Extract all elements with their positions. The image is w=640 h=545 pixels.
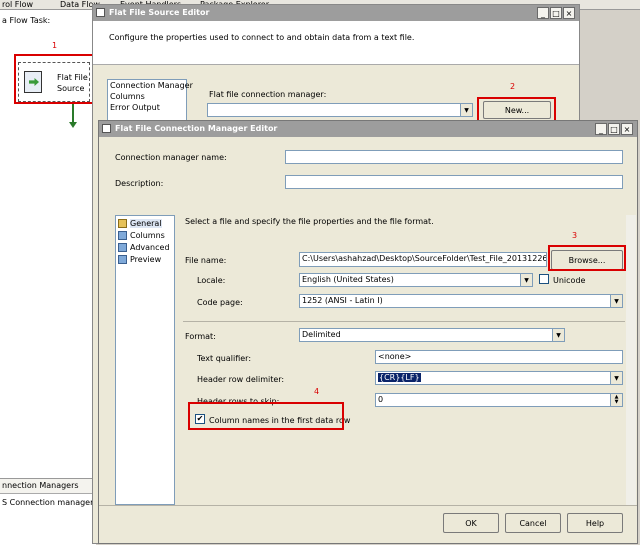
- text-qualifier-input[interactable]: <none>: [375, 350, 623, 364]
- conn-editor-title: Flat File Connection Manager Editor: [115, 124, 278, 133]
- format-label: Format:: [185, 332, 216, 341]
- file-name-input[interactable]: C:\Users\ashahzad\Desktop\SourceFolder\T…: [299, 252, 547, 267]
- nav-advanced[interactable]: Advanced: [117, 242, 173, 254]
- header-row-delimiter-label: Header row delimiter:: [197, 375, 285, 384]
- nav-connection-manager[interactable]: Connection Manager: [108, 80, 193, 91]
- conn-editor-vertical-scrollbar[interactable]: [626, 215, 636, 505]
- description-label: Description:: [115, 179, 164, 188]
- instruction-text: Select a file and specify the file prope…: [185, 217, 434, 226]
- footer-separator: [99, 505, 637, 506]
- connection-managers-tab[interactable]: nnection Managers: [2, 481, 79, 490]
- locale-dropdown[interactable]: English (United States) ▼: [299, 273, 533, 287]
- chevron-down-icon: ▼: [552, 329, 564, 341]
- format-dropdown[interactable]: Delimited ▼: [299, 328, 565, 342]
- close-icon[interactable]: ×: [621, 123, 633, 135]
- description-input[interactable]: [285, 175, 623, 189]
- conn-editor-app-icon: [102, 124, 111, 133]
- general-icon: [118, 219, 127, 228]
- unicode-label: Unicode: [553, 276, 586, 285]
- connection-manager-name-label: Connection manager name:: [115, 153, 227, 162]
- flat-file-connection-manager-label: Flat file connection manager:: [209, 90, 327, 99]
- source-editor-header-area: Configure the properties used to connect…: [93, 21, 579, 65]
- conn-editor-titlebar: Flat File Connection Manager Editor _ □ …: [99, 121, 637, 137]
- annotation-number-3: 3: [572, 231, 578, 240]
- chevron-down-icon: ▼: [460, 104, 472, 116]
- header-row-delimiter-dropdown[interactable]: {CR}{LF} ▼: [375, 371, 623, 385]
- data-path-arrow[interactable]: [72, 102, 74, 124]
- source-editor-title: Flat File Source Editor: [109, 8, 210, 17]
- nav-columns[interactable]: Columns: [108, 91, 186, 102]
- code-page-label: Code page:: [197, 298, 243, 307]
- source-editor-description: Configure the properties used to connect…: [109, 33, 415, 42]
- help-button[interactable]: Help: [567, 513, 623, 533]
- connection-manager-dropdown[interactable]: ▼: [207, 103, 473, 117]
- source-editor-app-icon: [96, 8, 105, 17]
- header-rows-to-skip-stepper[interactable]: 0 ▲ ▼: [375, 393, 623, 407]
- spin-icon[interactable]: ▲ ▼: [610, 394, 622, 406]
- chevron-down-icon: ▼: [610, 372, 622, 384]
- maximize-icon[interactable]: □: [608, 123, 620, 135]
- source-editor-titlebar: Flat File Source Editor _ □ ×: [93, 5, 579, 21]
- nav-columns[interactable]: Columns: [117, 230, 173, 242]
- nav-error-output[interactable]: Error Output: [108, 102, 186, 113]
- advanced-icon: [118, 243, 127, 252]
- data-path-arrowhead: [69, 122, 77, 128]
- unicode-checkbox[interactable]: [539, 274, 549, 284]
- annotation-box-4: [188, 402, 344, 430]
- format-separator: [183, 321, 625, 322]
- nav-general[interactable]: General: [117, 218, 173, 230]
- locale-label: Locale:: [197, 276, 226, 285]
- data-flow-task-label: a Flow Task:: [2, 16, 51, 25]
- connection-manager-editor-window: Flat File Connection Manager Editor _ □ …: [98, 120, 638, 544]
- annotation-number-2: 2: [510, 82, 516, 91]
- connection-manager-name-input[interactable]: [285, 150, 623, 164]
- chevron-down-icon: ▼: [520, 274, 532, 286]
- file-name-label: File name:: [185, 256, 227, 265]
- nav-preview[interactable]: Preview: [117, 254, 173, 266]
- cancel-button[interactable]: Cancel: [505, 513, 561, 533]
- chevron-down-icon: ▼: [610, 295, 622, 307]
- minimize-icon[interactable]: _: [537, 7, 549, 19]
- close-icon[interactable]: ×: [563, 7, 575, 19]
- code-page-dropdown[interactable]: 1252 (ANSI - Latin I) ▼: [299, 294, 623, 308]
- minimize-icon[interactable]: _: [595, 123, 607, 135]
- connection-managers-panel: nnection Managers S Connection manager f…: [0, 478, 107, 545]
- annotation-number-1: 1: [52, 41, 58, 50]
- maximize-icon[interactable]: □: [550, 7, 562, 19]
- text-qualifier-label: Text qualifier:: [197, 354, 252, 363]
- annotation-number-4: 4: [314, 387, 320, 396]
- tab-control-flow[interactable]: rol Flow: [2, 0, 33, 9]
- ok-button[interactable]: OK: [443, 513, 499, 533]
- annotation-box-3: [548, 245, 626, 271]
- annotation-box-1: [14, 54, 98, 104]
- columns-icon: [118, 231, 127, 240]
- conn-editor-nav: General Columns Advanced Preview: [115, 215, 175, 505]
- preview-icon: [118, 255, 127, 264]
